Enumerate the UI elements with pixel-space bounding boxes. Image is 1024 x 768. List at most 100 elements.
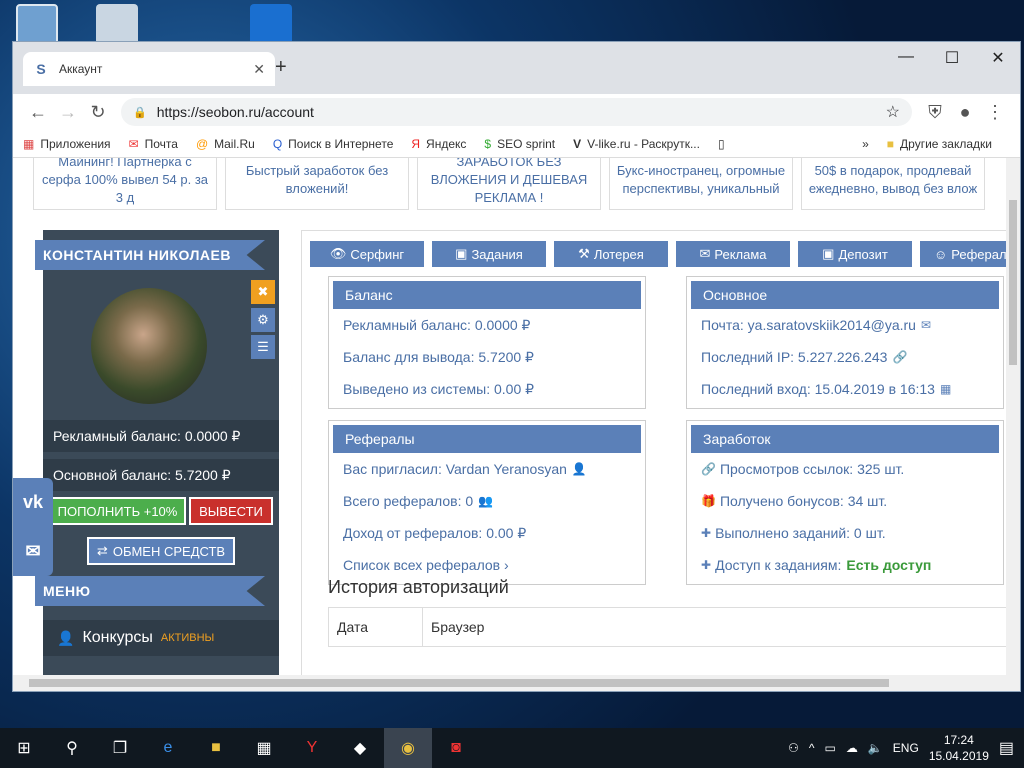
- bookmarks-more[interactable]: »: [862, 137, 869, 151]
- ad-banner[interactable]: ЗАРАБОТОК БЕЗ ВЛОЖЕНИЯ И ДЕШЕВАЯ РЕКЛАМА…: [417, 158, 601, 210]
- earnings-card: Заработок 🔗 Просмотров ссылок: 325 шт. 🎁 П…: [686, 420, 1004, 585]
- profile-avatar-icon[interactable]: ●: [950, 102, 980, 123]
- tab-advertising[interactable]: ✉ Реклама: [676, 241, 790, 267]
- ad-banner[interactable]: 50$ в подарок, продлевай ежедневно, выво…: [801, 158, 985, 210]
- calendar-icon: ▦: [939, 382, 952, 396]
- browser-tab[interactable]: S Аккаунт ✕: [23, 52, 275, 86]
- gear-icon[interactable]: ⚙: [251, 308, 275, 332]
- link-icon: 🔗: [701, 462, 716, 476]
- task-view-icon[interactable]: ❐: [96, 728, 144, 768]
- hamburger-icon[interactable]: ☰: [251, 335, 275, 359]
- other-bookmarks[interactable]: ■ Другие закладки: [887, 137, 992, 151]
- notifications-icon[interactable]: ▤: [999, 738, 1014, 758]
- bookmark-mail[interactable]: ✉ Почта: [129, 137, 178, 151]
- system-tray: ⚇ ^ ▭ ☁ 🔈 ENG 17:24 15.04.2019 ▤: [788, 732, 1024, 764]
- topup-button[interactable]: ПОПОЛНИТЬ +10%: [49, 497, 186, 525]
- ad-banner[interactable]: Букс-иностранец, огромные перспективы, у…: [609, 158, 793, 210]
- chevron-up-icon[interactable]: ^: [809, 741, 815, 755]
- balance-card: Баланс Рекламный баланс: 0.0000 ₽ Баланс…: [328, 276, 646, 409]
- tab-deposit[interactable]: ▣ Депозит: [798, 241, 912, 267]
- bookmark-mailru[interactable]: @ Mail.Ru: [196, 137, 255, 151]
- ad-banner[interactable]: Майнинг! Партнерка с серфа 100% вывел 54…: [33, 158, 217, 210]
- users-icon: 👥: [478, 494, 494, 508]
- search-icon[interactable]: ⚲: [48, 728, 96, 768]
- desktop-icon-computer[interactable]: [16, 4, 58, 46]
- gift-icon: 🎁: [701, 494, 716, 508]
- bookmark-page[interactable]: ▯: [718, 137, 731, 151]
- page-icon: ▯: [717, 136, 725, 151]
- store-icon[interactable]: ▦: [240, 728, 288, 768]
- minimize-button[interactable]: —: [883, 48, 929, 66]
- active-badge: АКТИВНЫ: [160, 632, 215, 644]
- vk-icon[interactable]: vk: [13, 478, 53, 527]
- user-icon: 👤: [571, 462, 587, 476]
- vertical-scroll-thumb[interactable]: [1009, 200, 1017, 365]
- tab-lottery[interactable]: ⚒ Лотерея: [554, 241, 668, 267]
- bookmark-search[interactable]: Q Поиск в Интернете: [273, 137, 394, 151]
- menu-title: МЕНЮ: [35, 576, 265, 606]
- withdraw-button[interactable]: ВЫВЕСТИ: [189, 497, 273, 525]
- horizontal-scrollbar[interactable]: [13, 675, 1020, 691]
- file-explorer-icon[interactable]: ■: [192, 728, 240, 768]
- yandex-browser-icon[interactable]: Y: [288, 728, 336, 768]
- new-tab-button[interactable]: +: [275, 56, 287, 79]
- menu-item-contests[interactable]: 👤 Конкурсы АКТИВНЫ: [43, 620, 279, 656]
- cloud-icon[interactable]: ☁: [846, 741, 858, 755]
- tab-tasks[interactable]: ▣ Задания: [432, 241, 546, 267]
- people-icon[interactable]: ⚇: [788, 741, 799, 755]
- extension-shield-icon[interactable]: ⛨: [920, 102, 950, 123]
- tab-close-icon[interactable]: ✕: [253, 61, 265, 78]
- close-window-button[interactable]: ✕: [975, 48, 1020, 68]
- referrals-total-row: Всего рефералов: 0 👥: [343, 493, 494, 509]
- gavel-icon: ⚒: [578, 246, 590, 261]
- tab-surfing[interactable]: 👁 Серфинг: [310, 241, 424, 267]
- bookmark-vlike[interactable]: V V-like.ru - Раскрутк...: [573, 137, 700, 151]
- user-sidebar: КОНСТАНТИН НИКОЛАЕВ ✖ ⚙ ☰ Рекламный бала…: [35, 230, 279, 675]
- desktop-icon-edge[interactable]: [250, 4, 292, 46]
- close-icon[interactable]: ✖: [251, 280, 275, 304]
- windows-start-icon[interactable]: ⊞: [0, 728, 48, 768]
- balance-withdrawn: Выведено из системы: 0.00 ₽: [343, 380, 535, 397]
- ad-banner[interactable]: Быстрый заработок без вложений!: [225, 158, 409, 210]
- tab-title: Аккаунт: [59, 62, 103, 76]
- basic-title: Основное: [691, 281, 999, 309]
- seobon-favicon-icon: S: [36, 61, 46, 77]
- account-tabs: 👁 Серфинг ▣ Задания ⚒ Лотерея ✉ Реклама ▣ Деп…: [310, 241, 1006, 267]
- mail-icon: ✉: [128, 136, 139, 151]
- bookmark-star-icon[interactable]: ☆: [886, 102, 900, 122]
- tab-referrals[interactable]: ☺Рефералы: [920, 241, 1006, 267]
- referrals-title: Рефералы: [333, 425, 641, 453]
- balance-ad: Рекламный баланс: 0.0000 ₽: [343, 316, 531, 333]
- address-bar[interactable]: 🔒 https://seobon.ru/account ☆: [121, 98, 912, 126]
- bookmark-yandex[interactable]: Я Яндекс: [411, 137, 466, 151]
- maximize-button[interactable]: ☐: [929, 48, 975, 68]
- social-share-bar: vk ✉: [13, 478, 53, 576]
- envelope-icon[interactable]: ✉: [13, 527, 53, 576]
- clock[interactable]: 17:24 15.04.2019: [929, 732, 989, 764]
- puzzle-icon: ✚: [701, 558, 712, 572]
- chrome-icon[interactable]: ◉: [384, 728, 432, 768]
- earnings-views-row: 🔗 Просмотров ссылок: 325 шт.: [701, 461, 905, 477]
- balance-title: Баланс: [333, 281, 641, 309]
- bookmark-apps[interactable]: ▦ Приложения: [23, 137, 111, 151]
- back-arrow-icon[interactable]: ←: [23, 102, 53, 123]
- bookmark-seo-sprint[interactable]: $ SEO sprint: [484, 137, 555, 151]
- calendar-check-icon: ▣: [455, 246, 468, 261]
- user-name: КОНСТАНТИН НИКОЛАЕВ: [35, 240, 265, 270]
- seo-sprint-icon: $: [484, 136, 492, 151]
- forward-arrow-icon[interactable]: →: [53, 102, 83, 123]
- earnings-bonuses-row: 🎁 Получено бонусов: 34 шт.: [701, 493, 888, 509]
- recycle-bin-icon[interactable]: [96, 4, 138, 46]
- menu-dots-icon[interactable]: ⋮: [980, 102, 1010, 123]
- camera-app-icon[interactable]: ◙: [432, 728, 480, 768]
- app-icon[interactable]: ◆: [336, 728, 384, 768]
- edge-icon[interactable]: e: [144, 728, 192, 768]
- network-icon[interactable]: ▭: [825, 741, 836, 755]
- language-indicator[interactable]: ENG: [893, 741, 919, 755]
- reload-icon[interactable]: ↻: [83, 102, 113, 123]
- exchange-button[interactable]: ⇄ ОБМЕН СРЕДСТВ: [87, 537, 235, 565]
- vertical-scrollbar[interactable]: [1006, 158, 1020, 675]
- browser-window: S Аккаунт ✕ + — ☐ ✕ ← → ↻ 🔒 https://seob…: [12, 41, 1021, 692]
- horizontal-scroll-thumb[interactable]: [29, 679, 889, 687]
- volume-icon[interactable]: 🔈: [868, 741, 883, 755]
